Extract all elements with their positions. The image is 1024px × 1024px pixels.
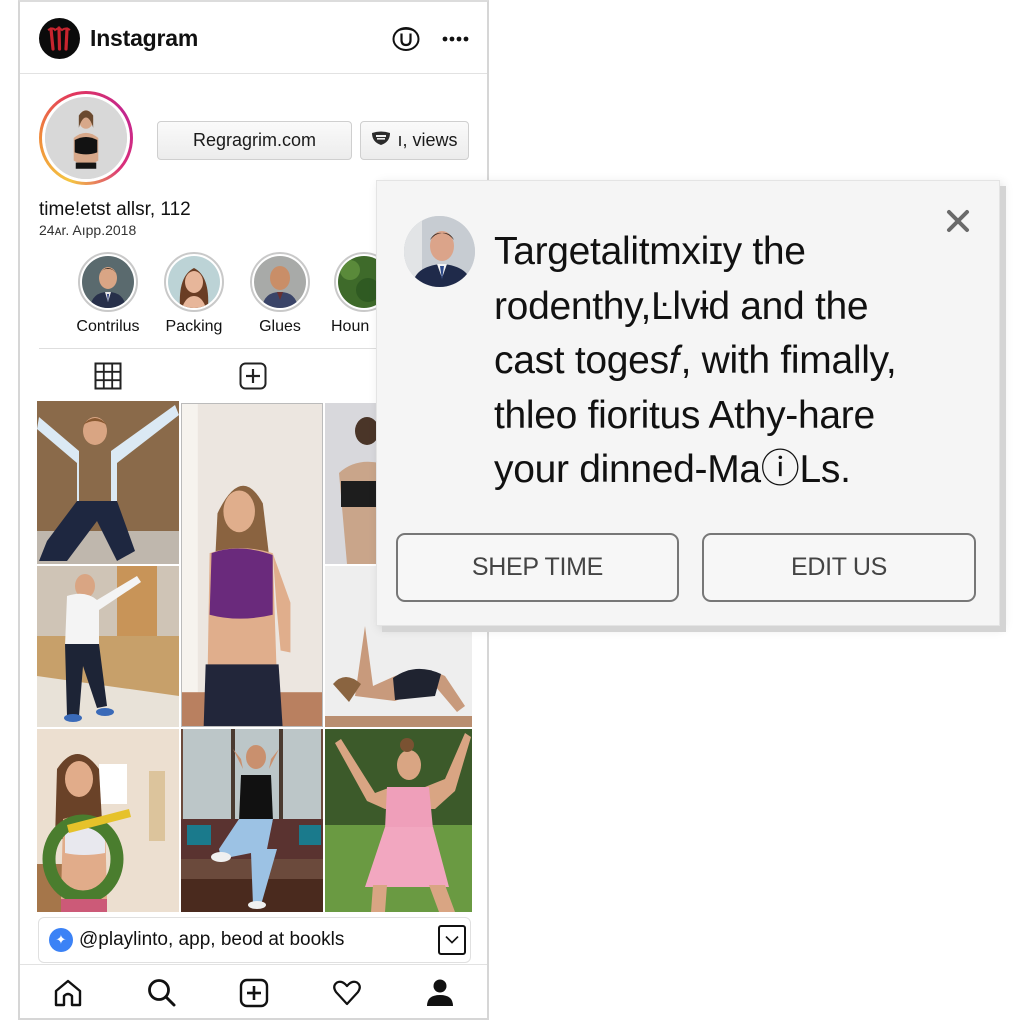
popup-message-line: cast toges𝑓, with fimally, <box>494 339 897 382</box>
home-icon[interactable] <box>52 977 84 1009</box>
profile-photo <box>45 97 127 179</box>
chevron-down-box-icon[interactable] <box>438 925 466 955</box>
website-button-label: Regragrim.com <box>192 130 317 150</box>
person-icon[interactable] <box>424 977 456 1009</box>
shep-time-button[interactable]: SHEP TIME <box>396 533 679 602</box>
grid-post[interactable] <box>37 729 179 912</box>
grid-post[interactable] <box>37 566 179 727</box>
grid-post[interactable] <box>325 403 380 564</box>
edit-us-button[interactable]: EDIT US <box>702 533 976 602</box>
top-bar: Instagram <box>20 2 487 74</box>
grid-post[interactable] <box>181 403 323 727</box>
grid-icon[interactable] <box>94 362 122 390</box>
story-highlight[interactable]: Houn <box>326 252 378 336</box>
caption-text: @playlinto, app, beod at bookls <box>79 929 345 950</box>
story-photo <box>254 256 306 308</box>
story-label: Glues <box>259 318 301 335</box>
story-highlight[interactable]: Contrilus <box>68 252 148 336</box>
story-photo <box>82 256 134 308</box>
monster-claw-logo-icon[interactable] <box>39 18 80 59</box>
story-highlight[interactable]: Glues <box>240 252 320 336</box>
plus-square-icon[interactable] <box>239 362 267 390</box>
story-label: Packing <box>165 318 223 335</box>
circled-u-icon[interactable] <box>392 26 420 52</box>
views-button[interactable]: ı, views <box>360 121 469 160</box>
story-label: Contrilus <box>76 318 140 335</box>
grid-post[interactable] <box>37 401 179 564</box>
popup-message-line: Targetalitmxiɪy the <box>494 230 806 273</box>
popup-message: Targetalitmxiɪy the rodenthy,Ŀlvɨd and t… <box>494 225 964 498</box>
profile-name-line: time!etst allsr, 112 <box>39 199 191 220</box>
story-label: Houn <box>331 318 370 335</box>
views-button-label: ı, views <box>397 130 458 150</box>
popup-message-line: thleo fioritus Athy-hare <box>494 393 875 437</box>
grid-post[interactable] <box>325 729 472 912</box>
app-title: Instagram <box>90 25 199 51</box>
plus-square-icon[interactable] <box>238 977 270 1009</box>
story-photo <box>338 256 378 308</box>
popup-avatar <box>404 216 475 287</box>
story-photo <box>168 256 220 308</box>
website-button[interactable]: Regragrim.com <box>157 121 352 160</box>
popup-message-line: your dinned-MaⓘLs. <box>494 448 851 491</box>
bottom-nav <box>20 964 487 1020</box>
mask-icon <box>371 130 391 151</box>
search-icon[interactable] <box>146 977 178 1009</box>
sparkle-badge-icon: ✦ <box>49 928 73 952</box>
profile-date-line: 24ᴀr. Aıpp.2018 <box>39 222 137 238</box>
more-dots-icon[interactable] <box>441 32 471 44</box>
popup-card: Targetalitmxiɪy the rodenthy,Ŀlvɨd and t… <box>376 180 1000 626</box>
story-highlight[interactable]: Packing <box>154 252 234 336</box>
popup-message-line: rodenthy,Ŀlvɨd and the <box>494 284 869 328</box>
profile-avatar[interactable] <box>39 91 133 185</box>
grid-post[interactable] <box>181 729 323 912</box>
heart-icon[interactable] <box>331 977 363 1009</box>
caption-strip[interactable]: ✦ @playlinto, app, beod at bookls <box>38 917 471 963</box>
